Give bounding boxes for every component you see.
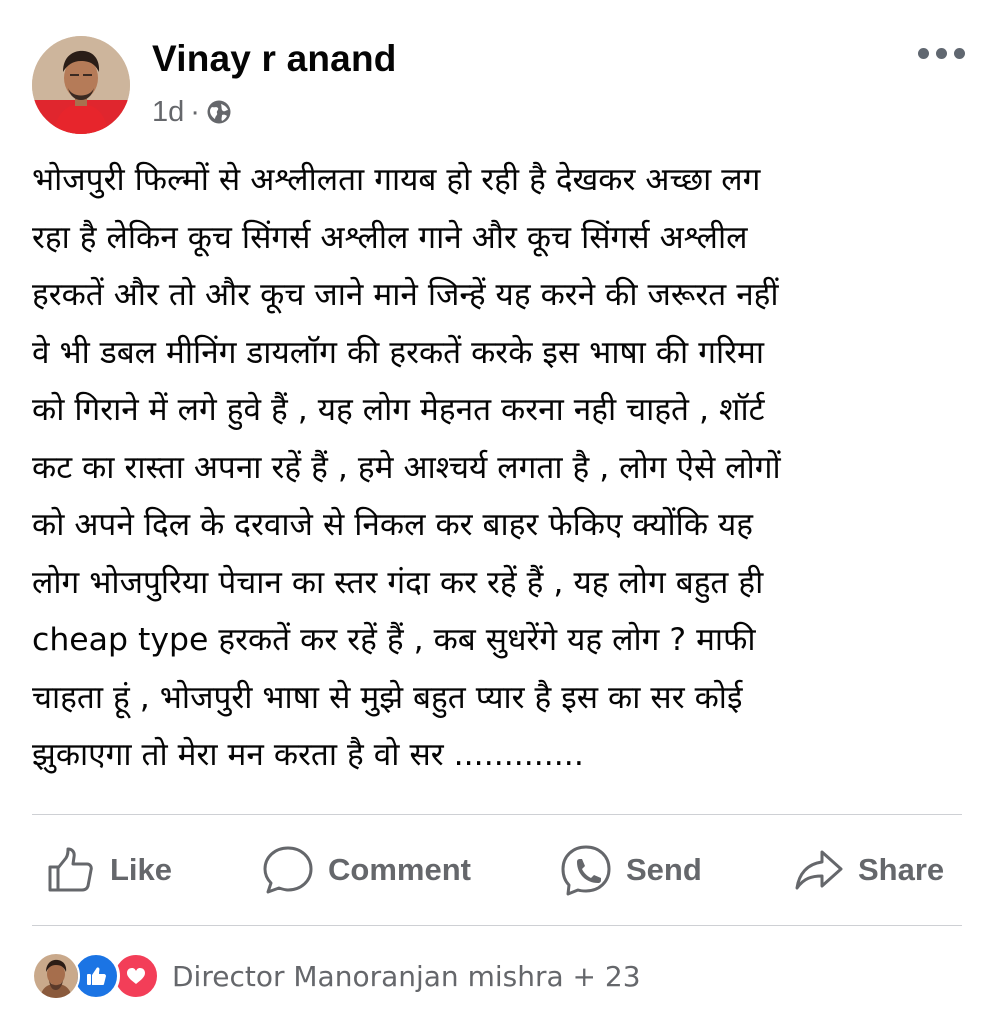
like-button[interactable]: Like xyxy=(46,838,172,902)
post-timestamp[interactable]: 1d xyxy=(152,96,184,129)
share-arrow-icon xyxy=(795,850,843,890)
reactor-avatar xyxy=(32,952,80,1000)
author-name[interactable]: Vinay r anand xyxy=(152,38,397,80)
comment-label: Comment xyxy=(328,852,471,887)
post-actions-bar: Like Comment Send Share xyxy=(0,838,991,902)
send-label: Send xyxy=(626,852,702,887)
like-label: Like xyxy=(110,852,173,887)
share-button[interactable]: Share xyxy=(794,838,944,902)
thumbs-up-icon xyxy=(48,847,93,892)
author-avatar[interactable] xyxy=(32,36,130,134)
divider xyxy=(32,925,962,926)
meta-separator: · xyxy=(190,95,200,128)
post-header: Vinay r anand 1d · xyxy=(0,0,991,140)
more-options-button[interactable] xyxy=(912,38,970,68)
divider xyxy=(32,814,962,815)
reactions-summary[interactable]: Director Manoranjan mishra + 23 xyxy=(32,950,641,1002)
reactions-names[interactable]: Director Manoranjan mishra + 23 xyxy=(172,960,641,993)
send-button[interactable]: Send xyxy=(560,838,702,902)
share-label: Share xyxy=(858,852,945,887)
comment-bubble-icon xyxy=(263,846,313,894)
more-dots-icon xyxy=(917,47,929,59)
globe-icon xyxy=(206,99,232,125)
comment-button[interactable]: Comment xyxy=(262,838,471,902)
post-text: भोजपुरी फिल्मों से अश्लीलता गायब हो रही … xyxy=(32,162,781,773)
messenger-send-icon xyxy=(561,845,611,896)
post-meta: 1d · xyxy=(152,94,232,130)
